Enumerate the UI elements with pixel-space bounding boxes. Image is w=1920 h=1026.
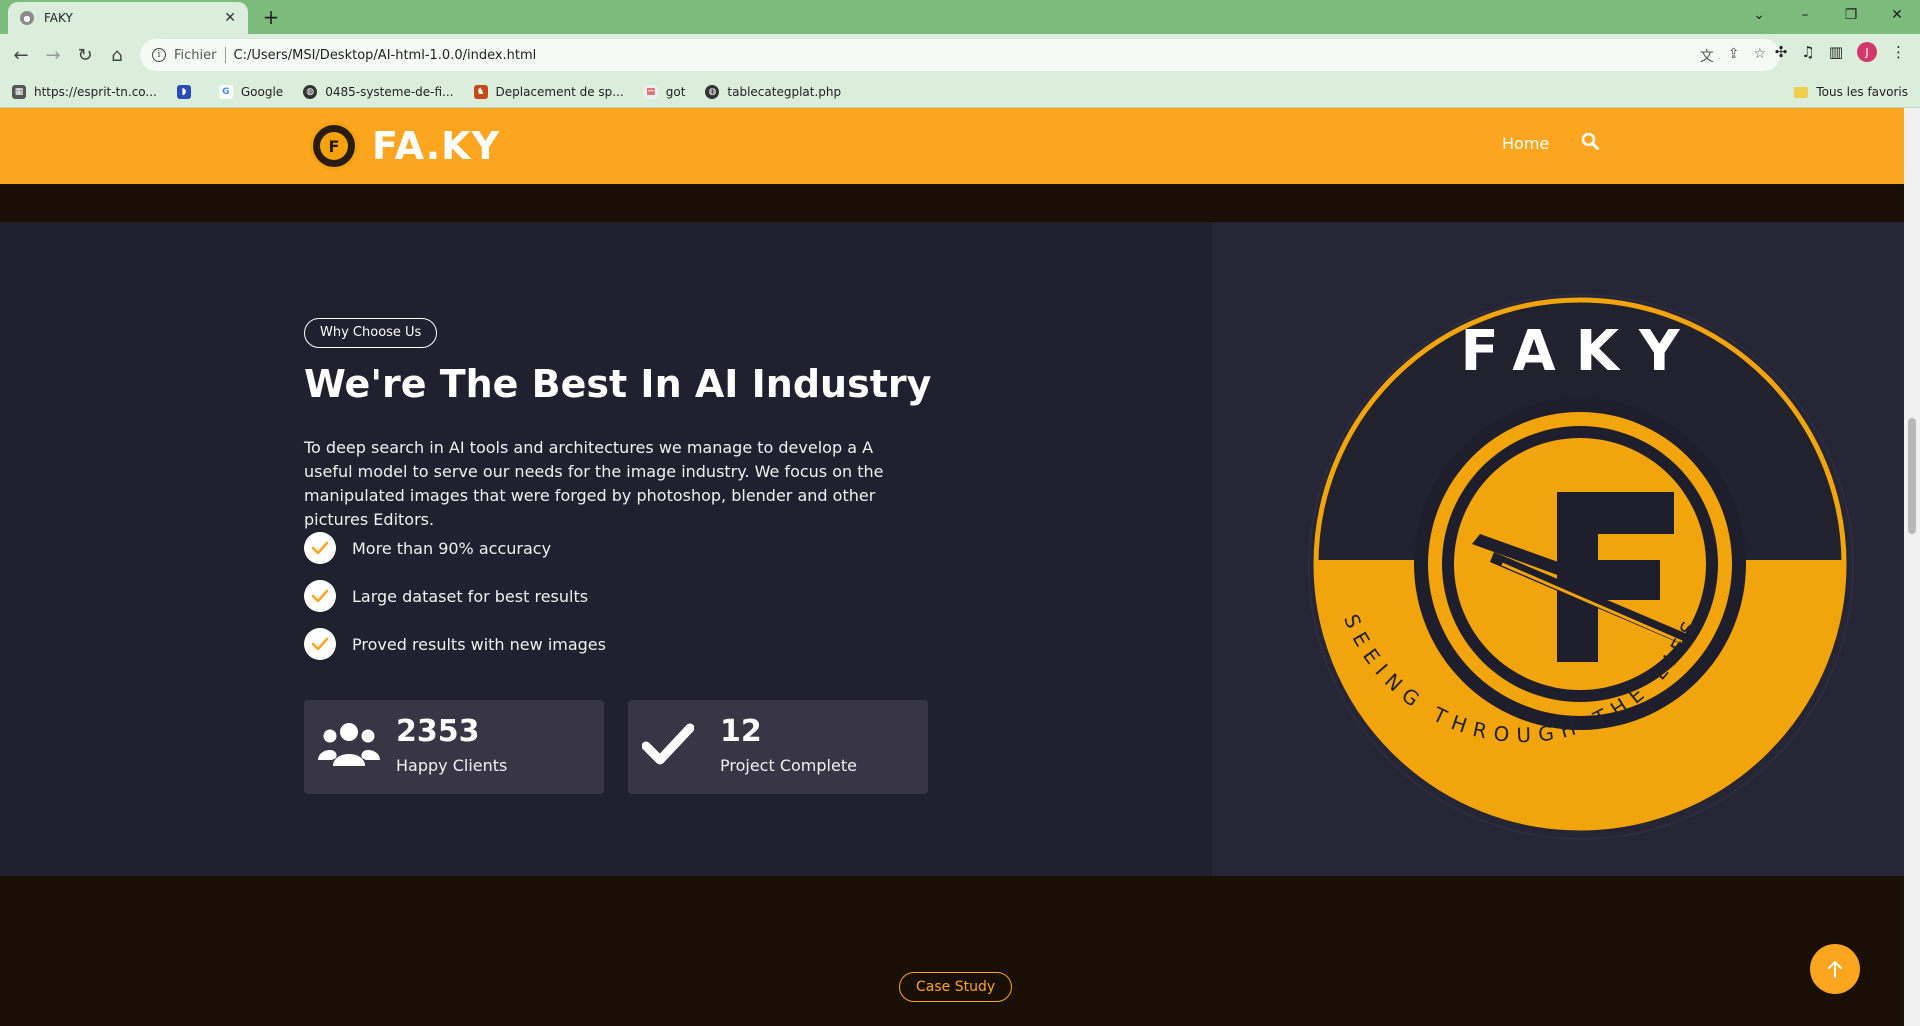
url-text[interactable]: C:/Users/MSI/Desktop/AI-html-1.0.0/index… <box>234 48 537 63</box>
info-icon[interactable]: i <box>152 48 166 62</box>
browser-tab[interactable]: ● FAKY ✕ <box>8 2 248 34</box>
users-icon <box>318 722 380 770</box>
extensions-icon[interactable]: ✣ <box>1775 43 1788 61</box>
address-bar[interactable]: i Fichier C:/Users/MSI/Desktop/AI-html-1… <box>140 39 1780 71</box>
reload-button[interactable]: ↻ <box>72 42 98 68</box>
brand-name: FA.KY <box>372 124 501 168</box>
bookmark-item[interactable]: ▤ got <box>643 84 685 99</box>
section-heading: We're The Best In AI Industry <box>304 362 932 406</box>
google-icon: G <box>218 84 233 99</box>
scrollbar-thumb[interactable] <box>1908 418 1916 534</box>
home-button[interactable]: ⌂ <box>104 42 130 68</box>
menu-icon[interactable]: ⋮ <box>1891 43 1906 61</box>
translate-icon[interactable]: 文 <box>1700 46 1714 66</box>
tab-title: FAKY <box>44 11 73 25</box>
site-navbar: F FA.KY Home <box>0 108 1904 184</box>
folder-icon <box>1794 86 1809 98</box>
site-logo[interactable]: F FA.KY <box>310 122 500 170</box>
minimize-button[interactable]: – <box>1782 0 1828 30</box>
share-icon[interactable]: ⇪ <box>1728 46 1740 66</box>
all-bookmarks[interactable]: Tous les favoris <box>1794 76 1908 108</box>
stat-label: Project Complete <box>720 756 857 775</box>
globe-icon: ◍ <box>705 84 720 99</box>
forward-button[interactable]: → <box>40 42 66 68</box>
check-icon <box>304 628 336 660</box>
close-icon[interactable]: ✕ <box>224 10 236 26</box>
back-to-top-button[interactable] <box>1810 944 1860 994</box>
faky-emblem: FAKY SEEING THROUGH THE LIES <box>1308 294 1854 840</box>
app-icon: ◗ <box>176 84 191 99</box>
page-icon: ▤ <box>643 84 658 99</box>
emblem-panel: FAKY SEEING THROUGH THE LIES <box>1212 222 1904 876</box>
bookmark-item[interactable]: ◍ 0485-systeme-de-fi... <box>303 84 454 99</box>
why-choose-us-pill: Why Choose Us <box>304 318 438 348</box>
nav-home-link[interactable]: Home <box>1502 134 1549 153</box>
feature-label: More than 90% accuracy <box>352 538 552 558</box>
page-scrollbar[interactable] <box>1904 108 1920 1026</box>
profile-avatar[interactable]: J <box>1857 42 1877 62</box>
bookmark-item[interactable]: ◗ <box>176 84 199 99</box>
bookmark-item[interactable]: ▦ https://esprit-tn.co... <box>12 84 157 99</box>
stat-card-clients: 2353 Happy Clients <box>304 700 604 794</box>
grid-icon: ▦ <box>12 84 26 99</box>
feature-item: Proved results with new images <box>304 628 606 660</box>
arrow-up-icon <box>1828 961 1842 978</box>
stat-value: 2353 <box>396 714 480 749</box>
section-description: To deep search in AI tools and architect… <box>304 438 884 529</box>
stat-card-projects: 12 Project Complete <box>628 700 928 794</box>
bookmark-item[interactable]: G Google <box>218 84 283 99</box>
browser-toolbar: ← → ↻ ⌂ i Fichier C:/Users/MSI/Desktop/A… <box>0 34 1920 76</box>
why-choose-us-section: FAKY SEEING THROUGH THE LIES Why Choose … <box>0 222 1904 876</box>
new-tab-button[interactable]: + <box>258 4 284 30</box>
globe-icon: ◍ <box>303 84 318 99</box>
page-viewport: F FA.KY Home FAKY SEEING THROUGH THE LIE… <box>0 108 1904 1026</box>
restore-button[interactable]: ❐ <box>1828 0 1874 30</box>
media-icon[interactable]: ♫ <box>1801 43 1814 61</box>
url-scheme: Fichier <box>174 47 217 63</box>
bookmark-item[interactable]: ♞ Deplacement de sp... <box>473 84 624 99</box>
check-icon <box>304 580 336 612</box>
sidepanel-icon[interactable]: ▥ <box>1829 43 1843 61</box>
globe-icon: ● <box>20 11 34 25</box>
feature-label: Proved results with new images <box>352 634 606 654</box>
feature-label: Large dataset for best results <box>352 586 589 606</box>
person-icon: ♞ <box>473 84 488 99</box>
emblem-top-text: FAKY <box>1460 319 1699 384</box>
check-icon <box>641 722 695 770</box>
divider <box>224 47 226 63</box>
close-window-button[interactable]: ✕ <box>1874 0 1920 30</box>
tab-search-icon[interactable]: ⌄ <box>1736 0 1782 30</box>
stat-label: Happy Clients <box>396 756 508 775</box>
back-button[interactable]: ← <box>8 42 34 68</box>
case-study-pill: Case Study <box>899 972 1013 1002</box>
bookmark-star-icon[interactable]: ☆ <box>1753 46 1766 66</box>
bookmarks-bar: ▦ https://esprit-tn.co... ◗ G Google ◍ 0485… <box>0 76 1920 108</box>
feature-item: More than 90% accuracy <box>304 532 551 564</box>
search-icon[interactable] <box>1581 132 1599 154</box>
feature-item: Large dataset for best results <box>304 580 588 612</box>
logo-badge-icon: F <box>310 122 358 170</box>
tab-strip: ● FAKY ✕ + ⌄ – ❐ ✕ <box>0 0 1920 34</box>
check-icon <box>304 532 336 564</box>
stat-value: 12 <box>720 714 762 749</box>
bookmark-item[interactable]: ◍ tablecategplat.php <box>705 84 841 99</box>
